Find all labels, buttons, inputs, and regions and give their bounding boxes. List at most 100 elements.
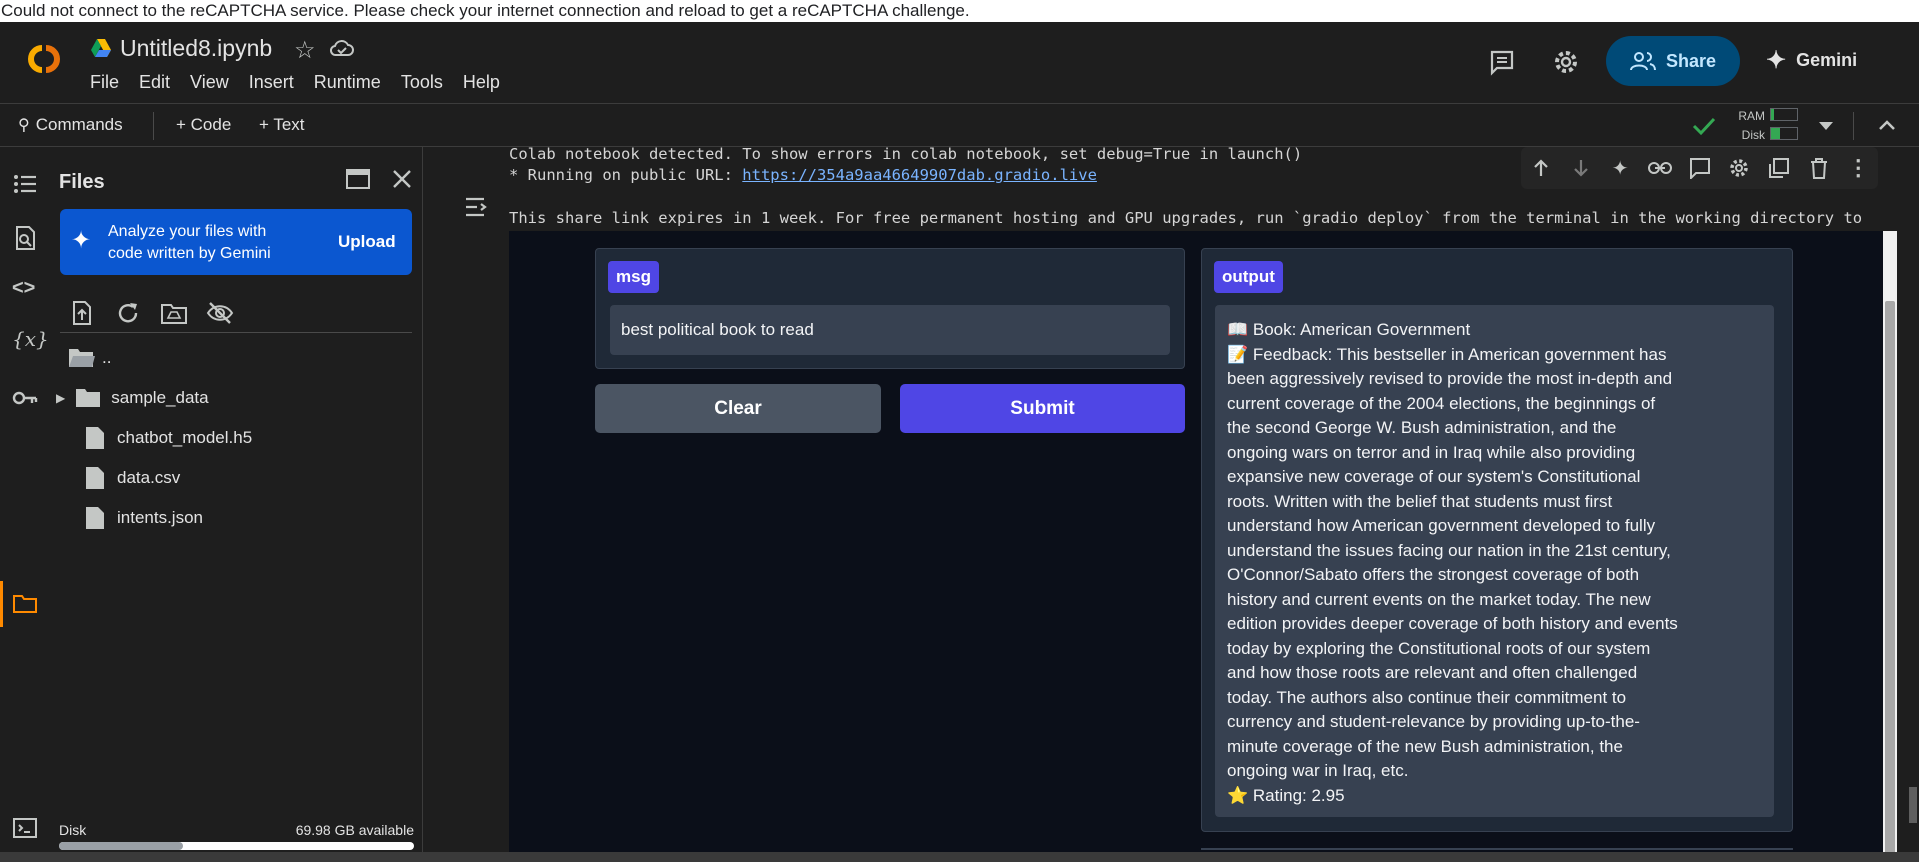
upload-button[interactable]: Upload bbox=[338, 232, 396, 252]
notebook-scroll-thumb[interactable] bbox=[1909, 787, 1917, 823]
menu-help[interactable]: Help bbox=[463, 72, 500, 93]
file-name: intents.json bbox=[117, 508, 203, 527]
table-of-contents-icon[interactable] bbox=[12, 171, 38, 197]
disk-available: 69.98 GB available bbox=[295, 822, 414, 838]
move-up-icon[interactable] bbox=[1521, 150, 1561, 186]
output-line-1: Colab notebook detected. To show errors … bbox=[509, 145, 1303, 163]
output-book-line: 📖 Book: American Government bbox=[1227, 320, 1471, 339]
output-feedback-line: and how those roots are relevant and oft… bbox=[1227, 663, 1638, 682]
output-rating-line: ⭐ Rating: 2.95 bbox=[1227, 785, 1345, 805]
terminal-icon[interactable] bbox=[12, 815, 38, 841]
msg-input[interactable]: best political book to read bbox=[610, 305, 1170, 355]
left-rail: <> {x} bbox=[0, 147, 49, 862]
output-feedback-line: current coverage of the 2004 elections, … bbox=[1227, 393, 1656, 413]
menu-edit[interactable]: Edit bbox=[139, 72, 170, 93]
colab-header: Untitled8.ipynb ☆ File Edit View Insert … bbox=[0, 22, 1919, 103]
close-icon[interactable] bbox=[392, 169, 412, 189]
output-feedback-line: edition provides deeper coverage of both… bbox=[1227, 614, 1678, 633]
cloud-saved-icon[interactable] bbox=[329, 38, 355, 60]
output-line-2: * Running on public URL: https://354a9aa… bbox=[509, 166, 1097, 184]
clear-button[interactable]: Clear bbox=[595, 384, 881, 433]
output-actions-icon[interactable] bbox=[464, 195, 490, 219]
cell-settings-gear-icon[interactable] bbox=[1719, 150, 1759, 186]
menu-runtime[interactable]: Runtime bbox=[314, 72, 381, 93]
file-tree-file[interactable]: intents.json bbox=[85, 500, 203, 536]
gemini-label: Gemini bbox=[1796, 50, 1858, 70]
upload-file-icon[interactable] bbox=[68, 299, 96, 327]
share-button[interactable]: Share bbox=[1606, 36, 1740, 86]
output-textarea[interactable]: 📖 Book: American Government 📝 Feedback: … bbox=[1215, 305, 1774, 817]
banner-text: Analyze your files with code written by … bbox=[108, 221, 271, 265]
expand-arrow-icon[interactable]: ▶ bbox=[56, 391, 65, 405]
comment-icon[interactable] bbox=[1680, 150, 1720, 186]
output-feedback-line: been aggressively revised to provide the… bbox=[1227, 369, 1673, 388]
commands-button[interactable]: ⚲ Commands bbox=[18, 115, 123, 135]
disk-meter bbox=[1770, 127, 1798, 140]
mirror-cell-icon[interactable] bbox=[1759, 150, 1799, 186]
mount-drive-icon[interactable] bbox=[160, 299, 188, 327]
output-feedback-line: O'Connor/Sabato offers the strongest cov… bbox=[1227, 565, 1640, 584]
output-textbox-block: output 📖 Book: American Government 📝 Fee… bbox=[1201, 248, 1793, 832]
open-in-tab-icon[interactable] bbox=[346, 169, 370, 189]
files-toolbar bbox=[60, 297, 412, 333]
file-tree-parent[interactable]: .. bbox=[68, 340, 111, 376]
gemini-button[interactable]: ✦ Gemini bbox=[1766, 46, 1857, 75]
add-text-button[interactable]: + Text bbox=[259, 115, 305, 135]
folder-icon bbox=[76, 389, 101, 407]
comment-icon[interactable] bbox=[1488, 48, 1516, 76]
find-replace-icon[interactable] bbox=[12, 225, 38, 251]
folder-open-icon bbox=[69, 349, 95, 367]
iframe-scroll-thumb[interactable] bbox=[1885, 301, 1895, 856]
menu-insert[interactable]: Insert bbox=[249, 72, 294, 93]
link-icon[interactable] bbox=[1640, 150, 1680, 186]
star-icon[interactable]: ☆ bbox=[294, 36, 316, 65]
horizontal-scrollbar[interactable] bbox=[0, 852, 1919, 862]
public-url-link[interactable]: https://354a9aa46649907dab.gradio.live bbox=[742, 166, 1097, 184]
toolbar-divider-right bbox=[1853, 112, 1854, 140]
notebook-title[interactable]: Untitled8.ipynb bbox=[120, 35, 272, 62]
ram-label: RAM bbox=[1738, 109, 1765, 123]
menu-file[interactable]: File bbox=[90, 72, 119, 93]
chevron-down-icon[interactable] bbox=[1817, 120, 1835, 132]
output-feedback-line: minute coverage of the new Bush administ… bbox=[1227, 736, 1623, 756]
output-line-2-prefix: * Running on public URL: bbox=[509, 166, 743, 184]
file-name: chatbot_model.h5 bbox=[117, 428, 253, 447]
code-snippets-icon[interactable]: <> bbox=[12, 277, 38, 303]
drive-icon[interactable] bbox=[90, 38, 112, 58]
menu-view[interactable]: View bbox=[190, 72, 229, 93]
delete-trash-icon[interactable] bbox=[1799, 150, 1839, 186]
cell-toolbar: ✦ ⋮ bbox=[1521, 147, 1878, 189]
variables-icon[interactable]: {x} bbox=[12, 327, 49, 353]
more-options-icon[interactable]: ⋮ bbox=[1838, 150, 1878, 186]
gemini-sparkle-icon: ✦ bbox=[1766, 47, 1787, 74]
output-label: output bbox=[1214, 261, 1283, 293]
disk-usage: Disk 69.98 GB available bbox=[59, 822, 414, 850]
submit-button[interactable]: Submit bbox=[900, 384, 1185, 433]
output-feedback-line: ongoing war in Iraq, etc. bbox=[1227, 761, 1409, 780]
settings-gear-icon[interactable] bbox=[1552, 48, 1580, 76]
file-tree-folder[interactable]: ▶ sample_data bbox=[56, 380, 209, 416]
output-feedback-line: history and current events on the market… bbox=[1227, 589, 1651, 609]
colab-logo[interactable] bbox=[18, 42, 70, 76]
output-feedback-line: today by exploring the Constitutional ro… bbox=[1227, 638, 1651, 658]
secrets-key-icon[interactable] bbox=[12, 385, 38, 411]
add-code-button[interactable]: + Code bbox=[176, 115, 231, 135]
files-panel-title: Files bbox=[59, 171, 105, 193]
files-folder-icon[interactable] bbox=[12, 591, 38, 617]
connected-check-icon[interactable] bbox=[1692, 116, 1716, 136]
menu-tools[interactable]: Tools bbox=[401, 72, 443, 93]
hide-files-eye-icon[interactable] bbox=[206, 299, 234, 327]
collapse-chevron-up-icon[interactable] bbox=[1877, 118, 1897, 132]
output-feedback-line: today. The authors also continue their c… bbox=[1227, 687, 1627, 707]
gemini-analyze-banner[interactable]: ✦ Analyze your files with code written b… bbox=[60, 209, 412, 275]
menu-bar: File Edit View Insert Runtime Tools Help bbox=[90, 72, 520, 93]
file-tree-file[interactable]: data.csv bbox=[85, 460, 180, 496]
file-tree-file[interactable]: chatbot_model.h5 bbox=[85, 420, 252, 456]
gemini-sparkle-icon[interactable]: ✦ bbox=[1600, 150, 1640, 186]
iframe-scrollbar[interactable] bbox=[1883, 231, 1897, 858]
notebook-scrollbar[interactable] bbox=[1907, 147, 1919, 862]
move-down-icon[interactable] bbox=[1561, 150, 1601, 186]
refresh-icon[interactable] bbox=[114, 299, 142, 327]
ram-disk-labels[interactable]: RAM Disk bbox=[1735, 107, 1765, 145]
notebook-toolbar: ⚲ Commands + Code + Text RAM Disk bbox=[0, 103, 1919, 147]
